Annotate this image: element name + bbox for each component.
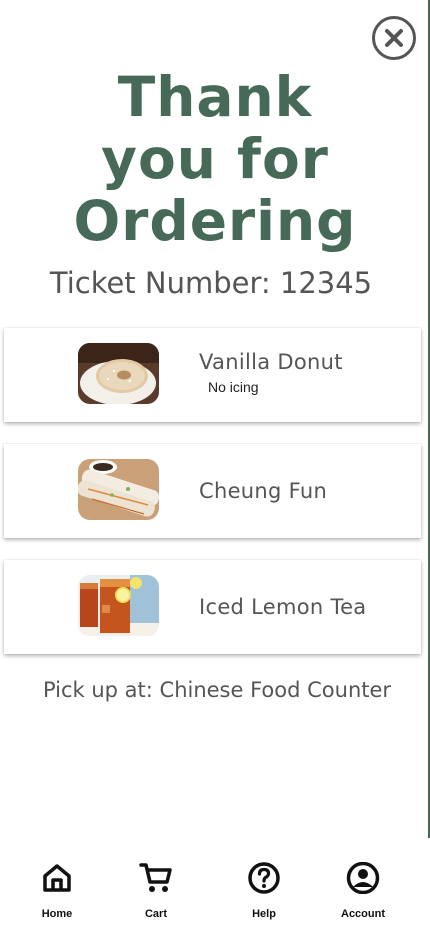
nav-cart[interactable]: Cart xyxy=(116,862,196,920)
cheung-fun-image xyxy=(78,459,159,520)
close-button[interactable] xyxy=(372,16,416,60)
home-icon xyxy=(43,864,71,892)
bottom-nav: Home Cart Help Account xyxy=(0,838,430,932)
vanilla-donut-image xyxy=(78,343,159,404)
iced-lemon-tea-image xyxy=(78,575,159,636)
order-item-card[interactable]: Vanilla Donut No icing xyxy=(4,328,421,422)
nav-help[interactable]: Help xyxy=(224,862,304,920)
ticket-number: Ticket Number: 12345 xyxy=(49,266,373,300)
heading-line: Ordering xyxy=(73,189,357,253)
order-list: Vanilla Donut No icing Cheung Fun Iced L… xyxy=(4,328,421,676)
close-icon xyxy=(385,29,403,47)
heading-line: Thank xyxy=(117,65,313,129)
heading-line: you for xyxy=(101,127,329,191)
item-name: Iced Lemon Tea xyxy=(199,595,367,619)
nav-home[interactable]: Home xyxy=(17,862,97,920)
cart-icon xyxy=(139,863,172,892)
account-icon xyxy=(346,862,380,894)
order-item-card[interactable]: Cheung Fun xyxy=(4,444,421,538)
item-name: Vanilla Donut xyxy=(199,350,343,374)
order-item-card[interactable]: Iced Lemon Tea xyxy=(4,560,421,654)
help-icon xyxy=(248,862,280,894)
nav-label: Help xyxy=(252,908,276,920)
thank-you-heading: Thank you for Ordering xyxy=(0,66,430,252)
item-name: Cheung Fun xyxy=(199,479,328,503)
pickup-location: Pick up at: Chinese Food Counter xyxy=(42,678,392,702)
item-note: No icing xyxy=(208,379,259,395)
nav-label: Cart xyxy=(144,908,167,920)
nav-account[interactable]: Account xyxy=(323,862,403,920)
nav-label: Home xyxy=(41,908,73,920)
nav-label: Account xyxy=(341,908,385,920)
